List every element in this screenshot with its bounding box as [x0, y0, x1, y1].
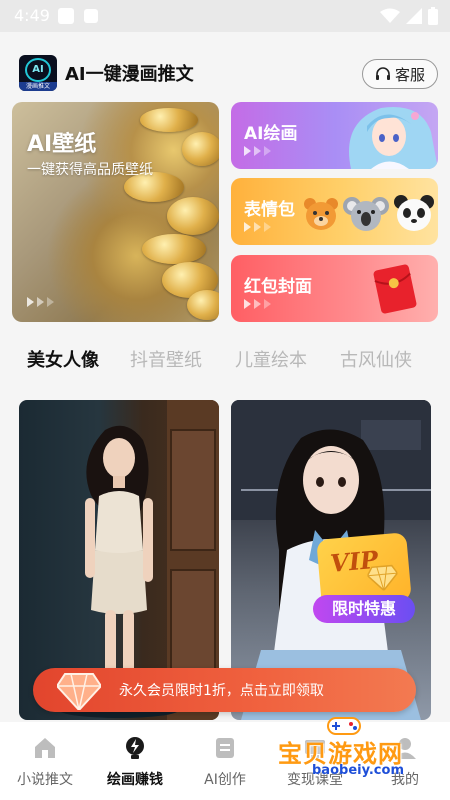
coin-image	[140, 108, 198, 132]
gem-icon	[57, 673, 101, 710]
service-label: 客服	[394, 65, 425, 84]
red-packet-title: 红包封面	[244, 277, 312, 297]
status-time: 4:49	[14, 6, 50, 25]
coin-image	[182, 132, 219, 166]
limited-offer-button[interactable]: 限时特惠	[313, 595, 415, 623]
red-packet-cover-card[interactable]: 红包封面	[231, 255, 438, 322]
headset-icon	[375, 67, 390, 80]
watermark-sub: baobeiy.com	[312, 763, 404, 778]
ai-drawing-title: AI绘画	[244, 124, 298, 144]
promo-text: 永久会员限时1折，点击立即领取	[119, 683, 324, 699]
status-bar: 4:49	[0, 0, 450, 32]
nav-ai-creation[interactable]: AI创作	[180, 722, 270, 800]
tab-beauty-portrait[interactable]: 美女人像	[27, 346, 99, 372]
document-icon	[216, 738, 234, 758]
emoji-title: 表情包	[244, 200, 295, 220]
panda-icon	[394, 195, 434, 231]
app-logo: AI 漫画推文	[19, 55, 57, 91]
red-envelope-icon	[373, 264, 417, 314]
arrow-indicator-icon	[27, 297, 54, 307]
nav-label: 绘画赚钱	[107, 772, 163, 788]
nav-novel-promo[interactable]: 小说推文	[0, 722, 90, 800]
coin-image	[187, 290, 219, 320]
lightning-bulb-icon	[126, 737, 144, 759]
wifi-icon	[380, 8, 400, 23]
arrow-indicator-icon	[244, 146, 271, 156]
anime-girl-illustration	[349, 107, 438, 169]
tab-children-picture-book[interactable]: 儿童绘本	[235, 346, 307, 372]
diamond-icon	[366, 564, 399, 592]
customer-service-button[interactable]: 客服	[362, 59, 438, 89]
logo-mark: AI	[25, 58, 51, 82]
arrow-indicator-icon	[244, 299, 271, 309]
wallpaper-title: AI壁纸	[27, 132, 97, 157]
koala-icon	[343, 197, 389, 231]
tab-ancient-fantasy[interactable]: 古风仙侠	[340, 346, 412, 372]
emoji-card[interactable]: 表情包	[231, 178, 438, 245]
coin-image	[167, 197, 219, 235]
app-notification-icon	[84, 9, 98, 23]
site-watermark: 宝贝游戏网 baobeiy.com	[276, 712, 426, 792]
coin-image	[142, 234, 206, 264]
app-header: AI 漫画推文 AI一键漫画推文 客服	[0, 32, 450, 92]
wallpaper-subtitle: 一键获得高品质壁纸	[27, 162, 153, 178]
home-icon	[35, 738, 55, 758]
bear-icon	[304, 198, 338, 230]
ai-drawing-card[interactable]: AI绘画	[231, 102, 438, 169]
app-title: AI一键漫画推文	[65, 64, 194, 85]
notification-icon	[58, 8, 74, 24]
nav-label: AI创作	[204, 772, 246, 788]
logo-caption: 漫画推文	[19, 82, 57, 91]
tab-douyin-wallpaper[interactable]: 抖音壁纸	[130, 346, 202, 372]
nav-label: 小说推文	[17, 772, 73, 788]
arrow-indicator-icon	[244, 222, 271, 232]
signal-icon	[406, 8, 422, 24]
membership-promo-banner[interactable]: 永久会员限时1折，点击立即领取	[33, 668, 416, 712]
nav-drawing-earn[interactable]: 绘画赚钱	[90, 722, 180, 800]
ai-wallpaper-card[interactable]: AI壁纸 一键获得高品质壁纸	[12, 102, 219, 322]
status-icons	[380, 7, 438, 25]
battery-icon	[428, 7, 438, 25]
category-tabs: 美女人像 抖音壁纸 儿童绘本 古风仙侠	[0, 338, 450, 378]
